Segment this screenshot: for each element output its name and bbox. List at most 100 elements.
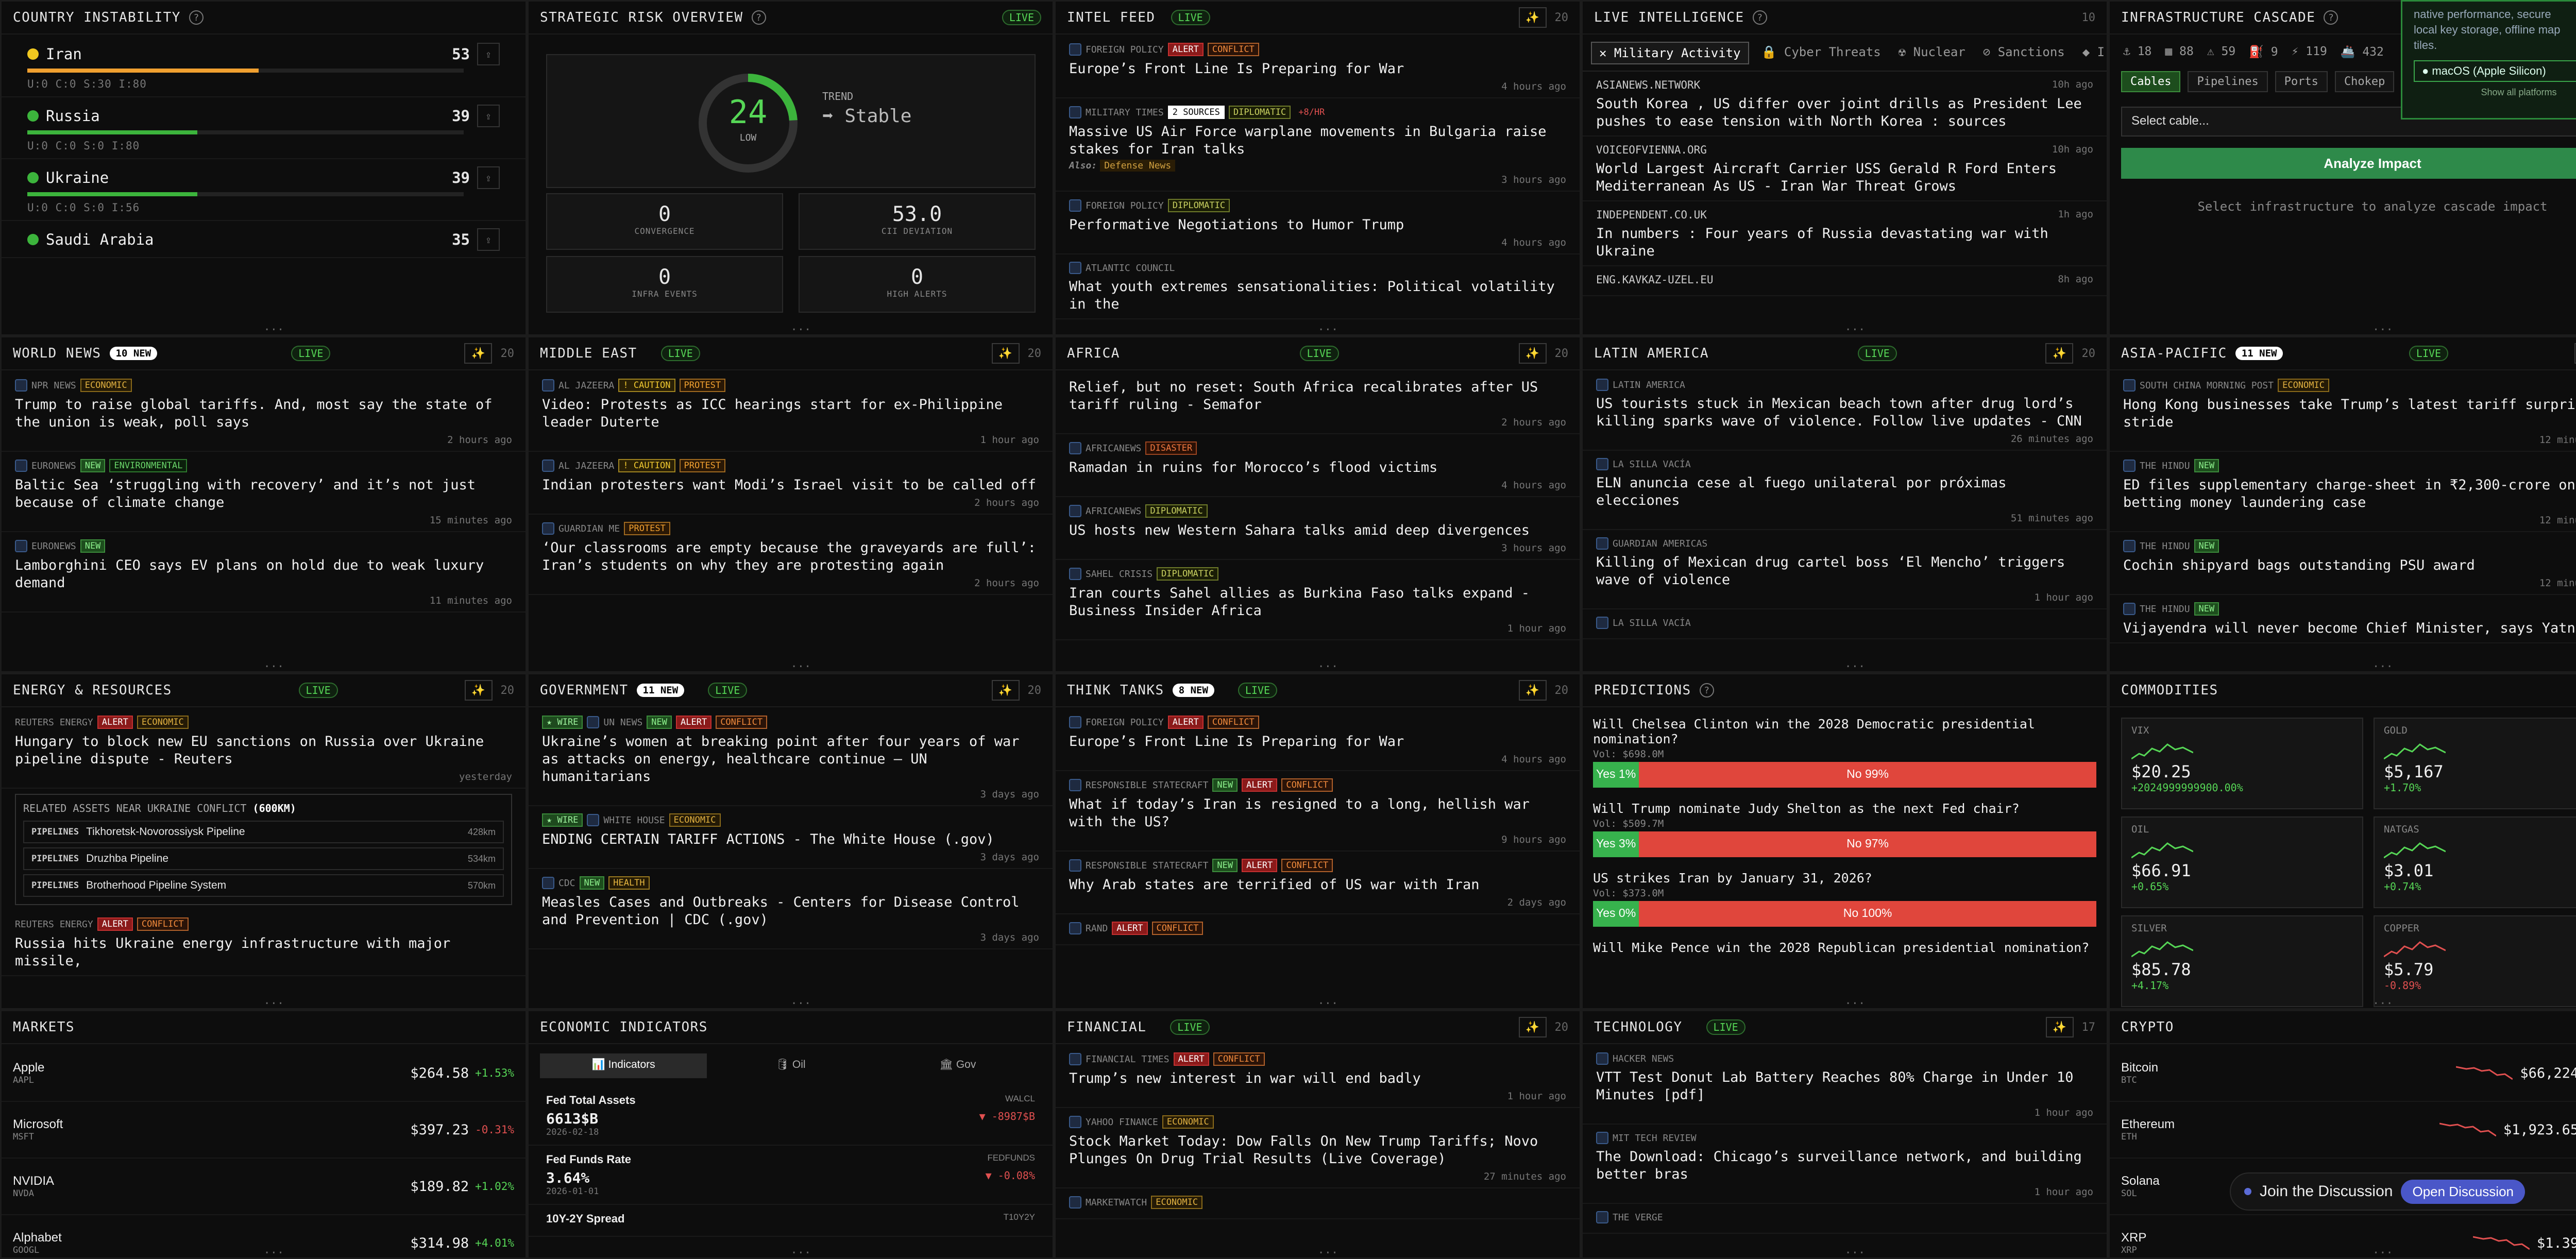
news-title[interactable]: Hong Kong businesses take Trump’s latest…	[2123, 396, 2576, 431]
news-title[interactable]: Video: Protests as ICC hearings start fo…	[542, 396, 1039, 431]
news-title[interactable]: Baltic Sea ‘struggling with recovery’ an…	[15, 477, 512, 512]
news-title[interactable]: Trump to raise global tariffs. And, most…	[15, 396, 512, 431]
news-title[interactable]: Lamborghini CEO says EV plans on hold du…	[15, 557, 512, 592]
news-item[interactable]: MIT TECH REVIEW The Download: Chicago’s s…	[1583, 1125, 2107, 1204]
news-title[interactable]: Stock Market Today: Dow Falls On New Tru…	[1069, 1133, 1566, 1168]
news-item[interactable]: REUTERS ENERGY ALERT ECONOMIC Hungary to bl…	[2, 708, 526, 789]
open-discussion-button[interactable]: Open Discussion	[2401, 1179, 2526, 1204]
news-title[interactable]: What if today’s Iran is resigned to a lo…	[1069, 796, 1566, 831]
more-indicator[interactable]: ...	[1318, 1244, 1338, 1256]
infra-type-pipelines[interactable]: Pipelines	[2188, 71, 2268, 92]
news-title[interactable]: Why Arab states are terrified of US war …	[1069, 876, 1566, 894]
more-indicator[interactable]: ...	[264, 1244, 284, 1256]
news-title[interactable]: What youth extremes sensationalities: Po…	[1069, 278, 1566, 313]
tab-sanctions[interactable]: ⊘ Sanctions	[1978, 42, 2070, 64]
news-item[interactable]: SOUTH CHINA MORNING POST ECONOMIC Hong Kon…	[2110, 371, 2576, 452]
sparkle-toggle-icon[interactable]: ✨	[2045, 1017, 2074, 1037]
news-item[interactable]: HACKER NEWS VTT Test Donut Lab Battery Re…	[1583, 1045, 2107, 1125]
commodity-card[interactable]: VIX $20.25 +2024999999900.00%	[2121, 718, 2363, 809]
market-row[interactable]: Apple AAPL $264.58 +1.53%	[2, 1045, 526, 1102]
news-title[interactable]: Indian protesters want Modi’s Israel vis…	[542, 477, 1039, 494]
more-indicator[interactable]: ...	[1845, 320, 1866, 333]
news-item[interactable]: ATLANTIC COUNCIL What youth extremes sens…	[1056, 254, 1580, 319]
news-item[interactable]: AL JAZEERA! CAUTION PROTEST Indian protest…	[529, 452, 1053, 515]
news-title[interactable]: The Download: Chicago’s surveillance net…	[1596, 1148, 2093, 1183]
tab-indicators[interactable]: 📊 Indicators	[540, 1053, 707, 1078]
help-icon[interactable]: ?	[1699, 683, 1714, 697]
intel-item[interactable]: INDEPENDENT.CO.UK 1h ago In numbers : Four…	[1583, 201, 2107, 266]
news-item[interactable]: FOREIGN POLICY ALERT CONFLICT Europe’s Fron…	[1056, 708, 1580, 771]
more-indicator[interactable]: ...	[1845, 657, 1866, 670]
news-title[interactable]: VTT Test Donut Lab Battery Reaches 80% C…	[1596, 1069, 2093, 1104]
more-indicator[interactable]: ...	[2372, 994, 2393, 1007]
news-title[interactable]: Ukraine’s women at breaking point after …	[542, 733, 1039, 786]
more-indicator[interactable]: ...	[264, 320, 284, 333]
commodity-card[interactable]: COPPER $5.79 -0.89%	[2374, 915, 2576, 1007]
news-item[interactable]: EURONEWS NEW Lamborghini CEO says EV plans…	[2, 532, 526, 613]
share-icon[interactable]: ⇪	[477, 43, 500, 65]
news-item[interactable]: GUARDIAN AMERICAS Killing of Mexican drug…	[1583, 530, 2107, 609]
market-row[interactable]: Microsoft MSFT $397.23 -0.31%	[2, 1102, 526, 1159]
more-indicator[interactable]: ...	[264, 657, 284, 670]
news-title[interactable]: Massive US Air Force warplane movements …	[1069, 123, 1566, 158]
share-icon[interactable]: ⇪	[477, 105, 500, 127]
news-item[interactable]: AFRICANEWS DISASTER Ramadan in ruins for M…	[1056, 434, 1580, 497]
sparkle-toggle-icon[interactable]: ✨	[2574, 343, 2576, 364]
news-item[interactable]: LATIN AMERICA US tourists stuck in Mexica…	[1583, 371, 2107, 451]
news-title[interactable]: Iran courts Sahel allies as Burkina Faso…	[1069, 585, 1566, 620]
econ-row[interactable]: Fed Total Assets WALCL 6613$B ▼ -8987$B 2026…	[529, 1086, 1053, 1146]
news-item[interactable]: NPR NEWS ECONOMIC Trump to raise global ta…	[2, 371, 526, 452]
commodity-card[interactable]: OIL $66.91 +0.65%	[2121, 816, 2363, 908]
news-title[interactable]: Ramadan in ruins for Morocco’s flood vic…	[1069, 459, 1566, 477]
sparkle-toggle-icon[interactable]: ✨	[991, 680, 1020, 701]
news-item[interactable]: RAND ALERT CONFLICT	[1056, 914, 1580, 945]
intel-item[interactable]: ENG.KAVKAZ-UZEL.EU 8h ago	[1583, 266, 2107, 296]
more-indicator[interactable]: ...	[1845, 994, 1866, 1007]
news-title[interactable]: Measles Cases and Outbreaks - Centers fo…	[542, 894, 1039, 929]
tab-nuclear[interactable]: ☢ Nuclear	[1893, 42, 1971, 64]
more-indicator[interactable]: ...	[2372, 320, 2393, 333]
news-item[interactable]: Relief, but no reset: South Africa recal…	[1056, 371, 1580, 434]
news-item[interactable]: FINANCIAL TIMES ALERT CONFLICT Trump’s new …	[1056, 1045, 1580, 1108]
related-asset-row[interactable]: PIPELINES Druzhba Pipeline 534km	[23, 847, 504, 870]
news-item[interactable]: LA SILLA VACÍA ELN anuncia cese al fuego …	[1583, 451, 2107, 530]
more-indicator[interactable]: ...	[1318, 657, 1338, 670]
news-item[interactable]: ★ WIRE UN NEWS NEW ALERT CONFLICT Ukraine’s w…	[529, 708, 1053, 806]
news-title[interactable]: Killing of Mexican drug cartel boss ‘El …	[1596, 554, 2093, 589]
news-title[interactable]: ENDING CERTAIN TARIFF ACTIONS - The Whit…	[542, 831, 1039, 848]
news-item[interactable]: FOREIGN POLICY DIPLOMATIC Performative Neg…	[1056, 192, 1580, 254]
tab-cyber-threats[interactable]: 🔒 Cyber Threats	[1756, 42, 1886, 64]
crypto-row[interactable]: XRPXRP$1.39-0.31%	[2110, 1215, 2576, 1257]
news-item[interactable]: GUARDIAN ME PROTEST ‘Our classrooms are em…	[529, 515, 1053, 595]
prediction-item[interactable]: Will Trump nominate Judy Shelton as the …	[1583, 793, 2107, 862]
news-title[interactable]: Hungary to block new EU sanctions on Rus…	[15, 733, 512, 768]
infra-type-cables[interactable]: Cables	[2121, 71, 2181, 92]
market-row[interactable]: NVIDIA NVDA $189.82 +1.02%	[2, 1159, 526, 1215]
news-title[interactable]: Relief, but no reset: South Africa recal…	[1069, 379, 1566, 414]
share-icon[interactable]: ⇪	[477, 166, 500, 189]
news-item[interactable]: SAHEL CRISIS DIPLOMATIC Iran courts Sahel …	[1056, 560, 1580, 640]
sparkle-toggle-icon[interactable]: ✨	[991, 343, 1020, 364]
help-icon[interactable]: ?	[189, 10, 204, 25]
news-item[interactable]: RESPONSIBLE STATECRAFT NEW ALERT CONFLICT Wh…	[1056, 852, 1580, 914]
tab-oil[interactable]: 🛢 Oil	[707, 1053, 874, 1078]
sparkle-toggle-icon[interactable]: ✨	[1518, 1017, 1547, 1037]
news-title[interactable]: ‘Our classrooms are empty because the gr…	[542, 539, 1039, 574]
news-item[interactable]: THE VERGE	[1583, 1204, 2107, 1234]
more-indicator[interactable]: ...	[2372, 657, 2393, 670]
news-item[interactable]: THE HINDU NEW Vijayendra will never become…	[2110, 595, 2576, 643]
commodity-card[interactable]: GOLD $5,167 +1.70%	[2374, 718, 2576, 809]
help-icon[interactable]: ?	[2324, 10, 2338, 25]
news-item[interactable]: RESPONSIBLE STATECRAFT NEW ALERT CONFLICT Wh…	[1056, 771, 1580, 852]
econ-row[interactable]: 10Y-2Y Spread T10Y2Y	[529, 1205, 1053, 1237]
econ-row[interactable]: Fed Funds Rate FEDFUNDS 3.64% ▼ -0.08% 2026-…	[529, 1146, 1053, 1205]
news-title[interactable]: ED files supplementary charge-sheet in ₹…	[2123, 477, 2576, 512]
country-row[interactable]: Saudi Arabia 35 ⇪	[2, 221, 526, 258]
intel-title[interactable]: In numbers : Four years of Russia devast…	[1596, 225, 2093, 260]
sparkle-toggle-icon[interactable]: ✨	[2045, 343, 2074, 364]
news-title[interactable]: Europe’s Front Line Is Preparing for War	[1069, 60, 1566, 78]
intel-title[interactable]: South Korea , US differ over joint drill…	[1596, 95, 2093, 130]
infra-type-ports[interactable]: Ports	[2275, 71, 2328, 92]
country-row[interactable]: Russia 39 ⇪ U:0 C:0 S:0 I:80	[2, 97, 526, 159]
help-icon[interactable]: ?	[751, 10, 766, 25]
